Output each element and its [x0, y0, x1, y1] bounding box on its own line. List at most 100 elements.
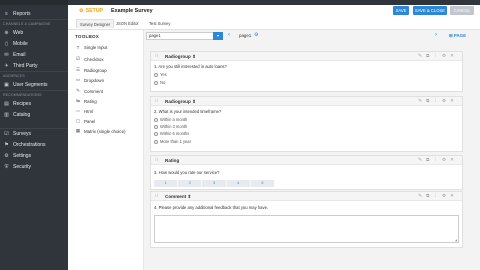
drag-handle-icon[interactable]: ⁝⁝	[155, 53, 158, 59]
radio-icon	[154, 131, 158, 136]
rating-option[interactable]: 3	[202, 180, 227, 187]
sidebar-item-orchestrations[interactable]: ⚑ Orchestrations	[0, 139, 68, 150]
question-card[interactable]: ⁝⁝ Rating ✎⧉⋮⚙✕ 3. How would you rate ou…	[150, 155, 463, 190]
catalog-icon: ▥	[4, 111, 9, 118]
question-header: ⁝⁝ Comment ⇕ ✎⧉⋮⚙✕	[151, 192, 462, 201]
drag-handle-icon[interactable]: ⁝⁝	[155, 98, 158, 104]
question-card[interactable]: ⁝⁝ Radiogroup ⇕ ✎⧉⋮⚙✕ 1. Are you still i…	[150, 51, 463, 92]
mobile-icon: ▯	[5, 40, 8, 47]
toolbox-item-html[interactable]: </> Html	[75, 107, 93, 115]
sidebar-item-security[interactable]: ⛨ Security	[0, 161, 68, 172]
sidebar: ≡ Reports CHANNELS & CAMPAIGNS ⊕ Web ▯ M…	[0, 0, 68, 270]
question-tools[interactable]: ✎⧉⋮⚙✕	[418, 53, 458, 59]
rating-option[interactable]: 5	[251, 180, 276, 187]
survey-editor: page1 ▾ ‹ page1 ⚙ › ⊞ PAGE ⁝⁝ Radiogroup…	[144, 30, 480, 270]
orchestrations-icon: ⚑	[4, 141, 9, 148]
settings-icon: ⚙	[4, 152, 9, 159]
save-and-close-button[interactable]: SAVE & CLOSE	[413, 6, 447, 15]
chevron-right-icon[interactable]: ›	[435, 32, 437, 38]
sidebar-item-label: Reports	[13, 10, 31, 17]
question-type[interactable]: Radiogroup ⇕	[165, 54, 196, 60]
radio-icon	[154, 72, 158, 77]
resize-grip-icon[interactable]: ◢	[455, 238, 457, 242]
sidebar-section-recommendations: RECOMMENDATIONS	[0, 90, 68, 98]
radio-icon	[154, 139, 158, 144]
question-type[interactable]: Radiogroup ⇕	[165, 99, 196, 105]
toolbox-item-panel[interactable]: ▢ Panel	[75, 117, 95, 125]
question-type[interactable]: Rating	[165, 158, 179, 163]
sidebar-item-label: Web	[13, 29, 24, 36]
toolbox-item-comment[interactable]: ✎ Comment	[75, 87, 103, 95]
panel-icon: ▢	[75, 118, 81, 123]
save-button[interactable]: SAVE	[393, 6, 409, 15]
dropdown-icon: ▭	[75, 77, 81, 82]
toolbox-item-rating[interactable]: ⇆ Rating	[75, 97, 97, 105]
comment-textarea[interactable]: ◢	[154, 215, 459, 243]
sidebar-item-user-segments[interactable]: ▣ User Segments	[0, 79, 68, 90]
tab-test-survey[interactable]: Test Survey	[146, 19, 173, 28]
radio-icon	[154, 117, 158, 122]
question-tools[interactable]: ✎⧉⋮⚙✕	[418, 193, 458, 199]
chevron-left-icon[interactable]: ‹	[228, 32, 230, 38]
sidebar-item-email[interactable]: ✉ Email	[0, 49, 68, 60]
question-header: ⁝⁝ Radiogroup ⇕ ✎⧉⋮⚙✕	[151, 97, 462, 106]
toolbox-item-radiogroup[interactable]: ☰ Radiogroup	[75, 66, 107, 74]
type-switch-icon: ⇕	[192, 54, 196, 59]
radio-icon	[154, 80, 158, 85]
radio-option[interactable]: No	[154, 80, 165, 85]
question-card[interactable]: ⁝⁝ Radiogroup ⇕ ✎⧉⋮⚙✕ 2. What is your in…	[150, 96, 463, 152]
tab-json-editor[interactable]: JSON Editor	[113, 19, 142, 28]
question-type[interactable]: Comment ⇕	[165, 194, 191, 200]
rating-option[interactable]: 4	[227, 180, 251, 187]
radio-option[interactable]: More than 1 year	[154, 139, 191, 144]
question-tools[interactable]: ✎⧉⋮⚙✕	[418, 157, 458, 163]
question-card[interactable]: ⁝⁝ Comment ⇕ ✎⧉⋮⚙✕ 4. Please provide any…	[150, 191, 463, 248]
page-title: Example Survey	[111, 8, 153, 14]
sidebar-item-label: Email	[13, 51, 26, 58]
drag-handle-icon[interactable]: ⁝⁝	[155, 157, 158, 163]
sidebar-item-catalog[interactable]: ▥ Catalog	[0, 109, 68, 120]
sidebar-item-third-party[interactable]: ✈ Third Party	[0, 60, 68, 71]
add-page-button[interactable]: ⊞ PAGE	[449, 33, 466, 39]
email-icon: ✉	[4, 51, 9, 58]
sidebar-item-recipes[interactable]: ▤ Recipes	[0, 98, 68, 109]
toolbox-item-single-input[interactable]: T Single Input	[75, 43, 108, 51]
question-tools[interactable]: ✎⧉⋮⚙✕	[418, 98, 458, 104]
page-label: page1	[239, 33, 252, 38]
page-select[interactable]: page1	[146, 32, 223, 40]
question-header: ⁝⁝ Rating ✎⧉⋮⚙✕	[151, 156, 462, 165]
recipes-icon: ▤	[4, 100, 9, 107]
radio-option[interactable]: Yes	[154, 72, 167, 77]
sidebar-section-audiences: AUDIENCES	[0, 71, 68, 79]
rating-icon: ⇆	[76, 98, 80, 103]
sidebar-item-web[interactable]: ⊕ Web	[0, 27, 68, 38]
sidebar-item-settings[interactable]: ⚙ Settings	[0, 150, 68, 161]
rating-option[interactable]: 1	[154, 180, 179, 187]
sidebar-item-surveys[interactable]: ☑ Surveys	[0, 128, 68, 139]
radio-option[interactable]: Within a month	[154, 117, 187, 122]
toolbox-item-matrix-single-choice[interactable]: ▦ Matrix (single choice)	[75, 127, 126, 135]
sidebar-item-label: User Segments	[13, 81, 48, 88]
toolbox-item-checkbox[interactable]: ☑ Checkbox	[75, 55, 104, 63]
toolbox-item-dropdown[interactable]: ▭ Dropdown	[75, 76, 104, 84]
question-title: 1. Are you still interested in auto loan…	[154, 64, 227, 69]
radio-option[interactable]: Within 3 month	[154, 124, 187, 129]
third-party-icon: ✈	[4, 62, 9, 69]
toolbox-title: TOOLBOX	[75, 34, 100, 39]
radio-option[interactable]: Within 6 months	[154, 131, 189, 136]
tab-survey-designer[interactable]: Survey Designer	[76, 19, 115, 28]
comment-icon: ✎	[76, 88, 80, 93]
sidebar-item-mobile[interactable]: ▯ Mobile	[0, 38, 68, 49]
sidebar-item-label: Settings	[13, 152, 32, 159]
question-title: 4. Please provide any additional feedbac…	[154, 205, 269, 210]
page-bar: page1 ▾ ‹ page1 ⚙ › ⊞ PAGE	[144, 30, 480, 43]
cancel-button[interactable]: CANCEL	[450, 6, 474, 15]
type-switch-icon: ⇕	[192, 99, 196, 104]
page-settings-icon[interactable]: ⚙	[254, 32, 258, 38]
drag-handle-icon[interactable]: ⁝⁝	[155, 193, 158, 199]
rating-option[interactable]: 2	[178, 180, 203, 187]
radiogroup-icon: ☰	[75, 67, 81, 72]
question-header: ⁝⁝ Radiogroup ⇕ ✎⧉⋮⚙✕	[151, 52, 462, 61]
chevron-down-icon[interactable]: ▾	[213, 32, 223, 40]
sidebar-item-reports[interactable]: ≡ Reports	[0, 8, 68, 19]
